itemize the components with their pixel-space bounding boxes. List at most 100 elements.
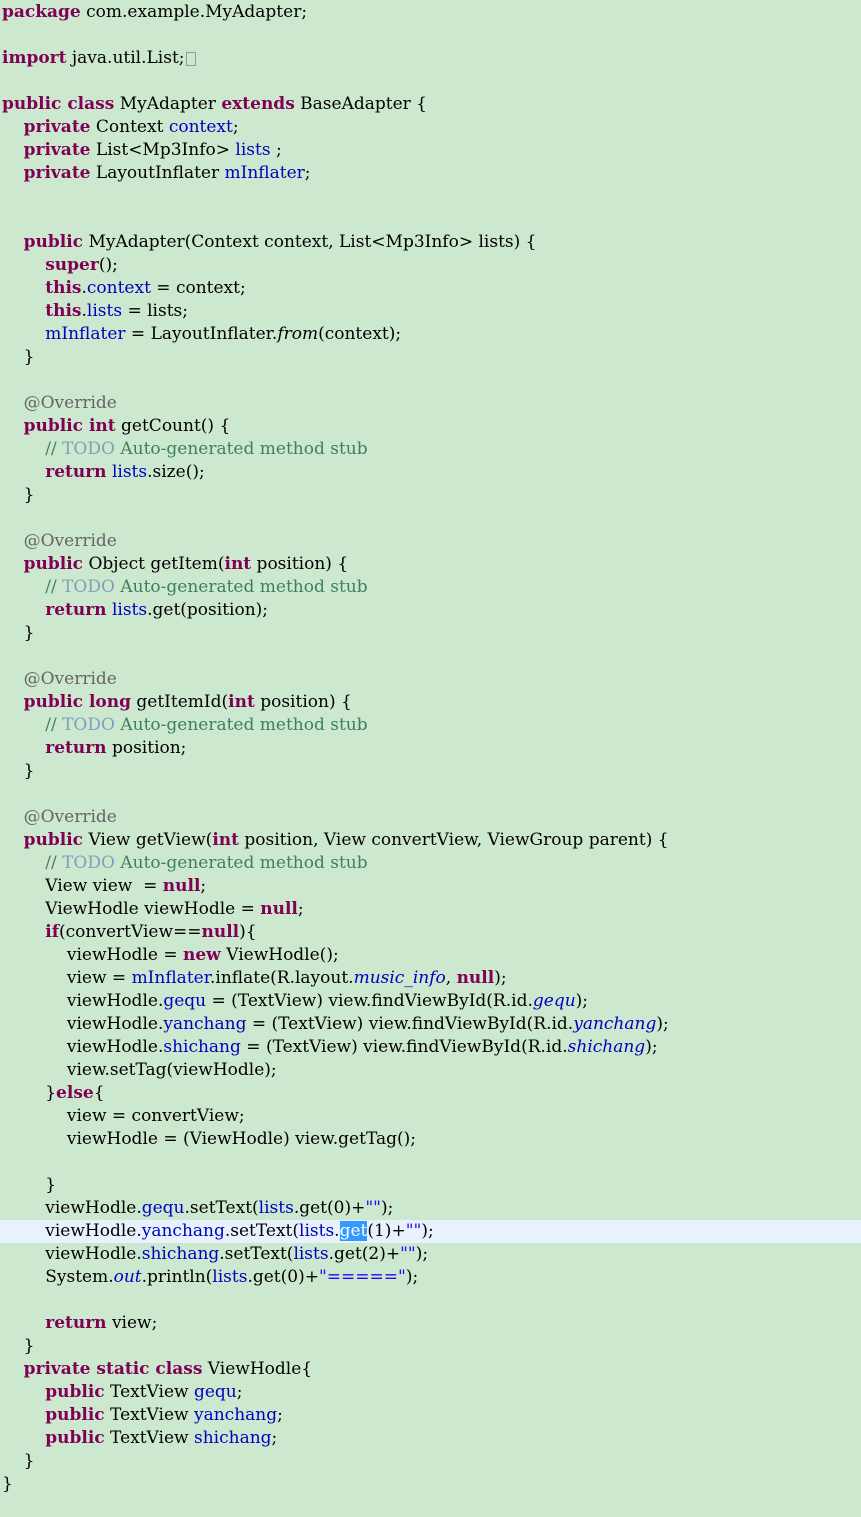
code-line[interactable]: System.out.println(lists.get(0)+"=====")…: [0, 1266, 861, 1289]
code-line[interactable]: public int getCount() {: [0, 415, 861, 438]
code-line[interactable]: viewHodle.gequ = (TextView) view.findVie…: [0, 990, 861, 1013]
code-line[interactable]: package com.example.MyAdapter;: [0, 1, 861, 24]
code-line[interactable]: [0, 1151, 861, 1174]
code-line[interactable]: [0, 507, 861, 530]
code-line[interactable]: viewHodle.gequ.setText(lists.get(0)+"");: [0, 1197, 861, 1220]
code-line[interactable]: private List<Mp3Info> lists ;: [0, 139, 861, 162]
code-editor[interactable]: package com.example.MyAdapter; import jav…: [0, 0, 861, 1517]
code-line[interactable]: this.context = context;: [0, 277, 861, 300]
code-line[interactable]: return position;: [0, 737, 861, 760]
code-line[interactable]: public class MyAdapter extends BaseAdapt…: [0, 93, 861, 116]
todo-marker: TODO: [62, 715, 115, 735]
code-line[interactable]: return view;: [0, 1312, 861, 1335]
code-line[interactable]: }: [0, 760, 861, 783]
code-line[interactable]: viewHodle.shichang.setText(lists.get(2)+…: [0, 1243, 861, 1266]
code-line[interactable]: return lists.size();: [0, 461, 861, 484]
keyword-token: new: [183, 945, 221, 965]
code-line[interactable]: return lists.get(position);: [0, 599, 861, 622]
code-line[interactable]: }: [0, 484, 861, 507]
code-line[interactable]: if(convertView==null){: [0, 921, 861, 944]
code-line[interactable]: view = convertView;: [0, 1105, 861, 1128]
code-line[interactable]: }: [0, 1335, 861, 1358]
code-line[interactable]: view = mInflater.inflate(R.layout.music_…: [0, 967, 861, 990]
code-line[interactable]: private static class ViewHodle{: [0, 1358, 861, 1381]
code-line[interactable]: View view = null;: [0, 875, 861, 898]
code-text: view.setTag(viewHodle);: [2, 1060, 277, 1080]
keyword-token: public: [45, 1382, 105, 1402]
code-line[interactable]: public MyAdapter(Context context, List<M…: [0, 231, 861, 254]
code-line[interactable]: }: [0, 1174, 861, 1197]
code-text: getCount() {: [121, 416, 231, 436]
code-line[interactable]: view.setTag(viewHodle);: [0, 1059, 861, 1082]
code-line[interactable]: [0, 1289, 861, 1312]
keyword-token: private static class: [23, 1359, 203, 1379]
code-line[interactable]: import java.util.List;: [0, 47, 861, 70]
code-line[interactable]: viewHodle.shichang = (TextView) view.fin…: [0, 1036, 861, 1059]
code-text: .: [334, 1221, 340, 1241]
code-line[interactable]: public View getView(int position, View c…: [0, 829, 861, 852]
code-line[interactable]: [0, 24, 861, 47]
keyword-token: public long: [23, 692, 131, 712]
code-line[interactable]: @Override: [0, 392, 861, 415]
code-line[interactable]: // TODO Auto-generated method stub: [0, 576, 861, 599]
field-token: gequ: [141, 1198, 185, 1218]
code-line[interactable]: this.lists = lists;: [0, 300, 861, 323]
code-text: );: [421, 1221, 434, 1241]
code-line[interactable]: public TextView gequ;: [0, 1381, 861, 1404]
keyword-token: return: [45, 600, 107, 620]
code-text: viewHodle =: [2, 945, 183, 965]
code-line[interactable]: }: [0, 1450, 861, 1473]
code-line[interactable]: ViewHodle viewHodle = null;: [0, 898, 861, 921]
code-line[interactable]: }: [0, 1473, 861, 1496]
code-line-current[interactable]: viewHodle.yanchang.setText(lists.get(1)+…: [0, 1220, 861, 1243]
code-line[interactable]: @Override: [0, 806, 861, 829]
comment-token: Auto-generated method stub: [114, 439, 368, 459]
code-line[interactable]: super();: [0, 254, 861, 277]
code-line[interactable]: public Object getItem(int position) {: [0, 553, 861, 576]
keyword-token: return: [45, 738, 107, 758]
code-line[interactable]: [0, 783, 861, 806]
code-line[interactable]: viewHodle.yanchang = (TextView) view.fin…: [0, 1013, 861, 1036]
code-line[interactable]: public TextView shichang;: [0, 1427, 861, 1450]
code-line[interactable]: // TODO Auto-generated method stub: [0, 714, 861, 737]
code-line[interactable]: // TODO Auto-generated method stub: [0, 438, 861, 461]
code-text: viewHodle.: [2, 1037, 164, 1057]
code-line[interactable]: [0, 369, 861, 392]
keyword-token: this: [45, 301, 82, 321]
code-line[interactable]: [0, 645, 861, 668]
code-line[interactable]: public long getItemId(int position) {: [0, 691, 861, 714]
string-literal: "": [365, 1198, 381, 1218]
code-text: .inflate(R.layout.: [209, 968, 354, 988]
code-line[interactable]: viewHodle = new ViewHodle();: [0, 944, 861, 967]
code-text: viewHodle.: [2, 1221, 142, 1241]
code-line[interactable]: }else{: [0, 1082, 861, 1105]
code-text: .get(position);: [147, 600, 269, 620]
code-line[interactable]: public TextView yanchang;: [0, 1404, 861, 1427]
code-text: position) {: [251, 554, 349, 574]
code-line[interactable]: @Override: [0, 668, 861, 691]
collapsed-imports-icon[interactable]: [185, 51, 196, 66]
code-line[interactable]: private Context context;: [0, 116, 861, 139]
code-text: TextView: [110, 1405, 194, 1425]
code-line[interactable]: mInflater = LayoutInflater.from(context)…: [0, 323, 861, 346]
code-line[interactable]: private LayoutInflater mInflater;: [0, 162, 861, 185]
code-line[interactable]: [0, 185, 861, 208]
keyword-token: public: [23, 554, 84, 574]
code-line[interactable]: @Override: [0, 530, 861, 553]
code-line[interactable]: }: [0, 346, 861, 369]
code-line[interactable]: [0, 70, 861, 93]
comment-token: Auto-generated method stub: [114, 577, 368, 597]
code-line[interactable]: }: [0, 622, 861, 645]
code-line[interactable]: // TODO Auto-generated method stub: [0, 852, 861, 875]
static-field-token: gequ: [532, 991, 576, 1011]
code-line[interactable]: [0, 208, 861, 231]
code-line[interactable]: viewHodle = (ViewHodle) view.getTag();: [0, 1128, 861, 1151]
